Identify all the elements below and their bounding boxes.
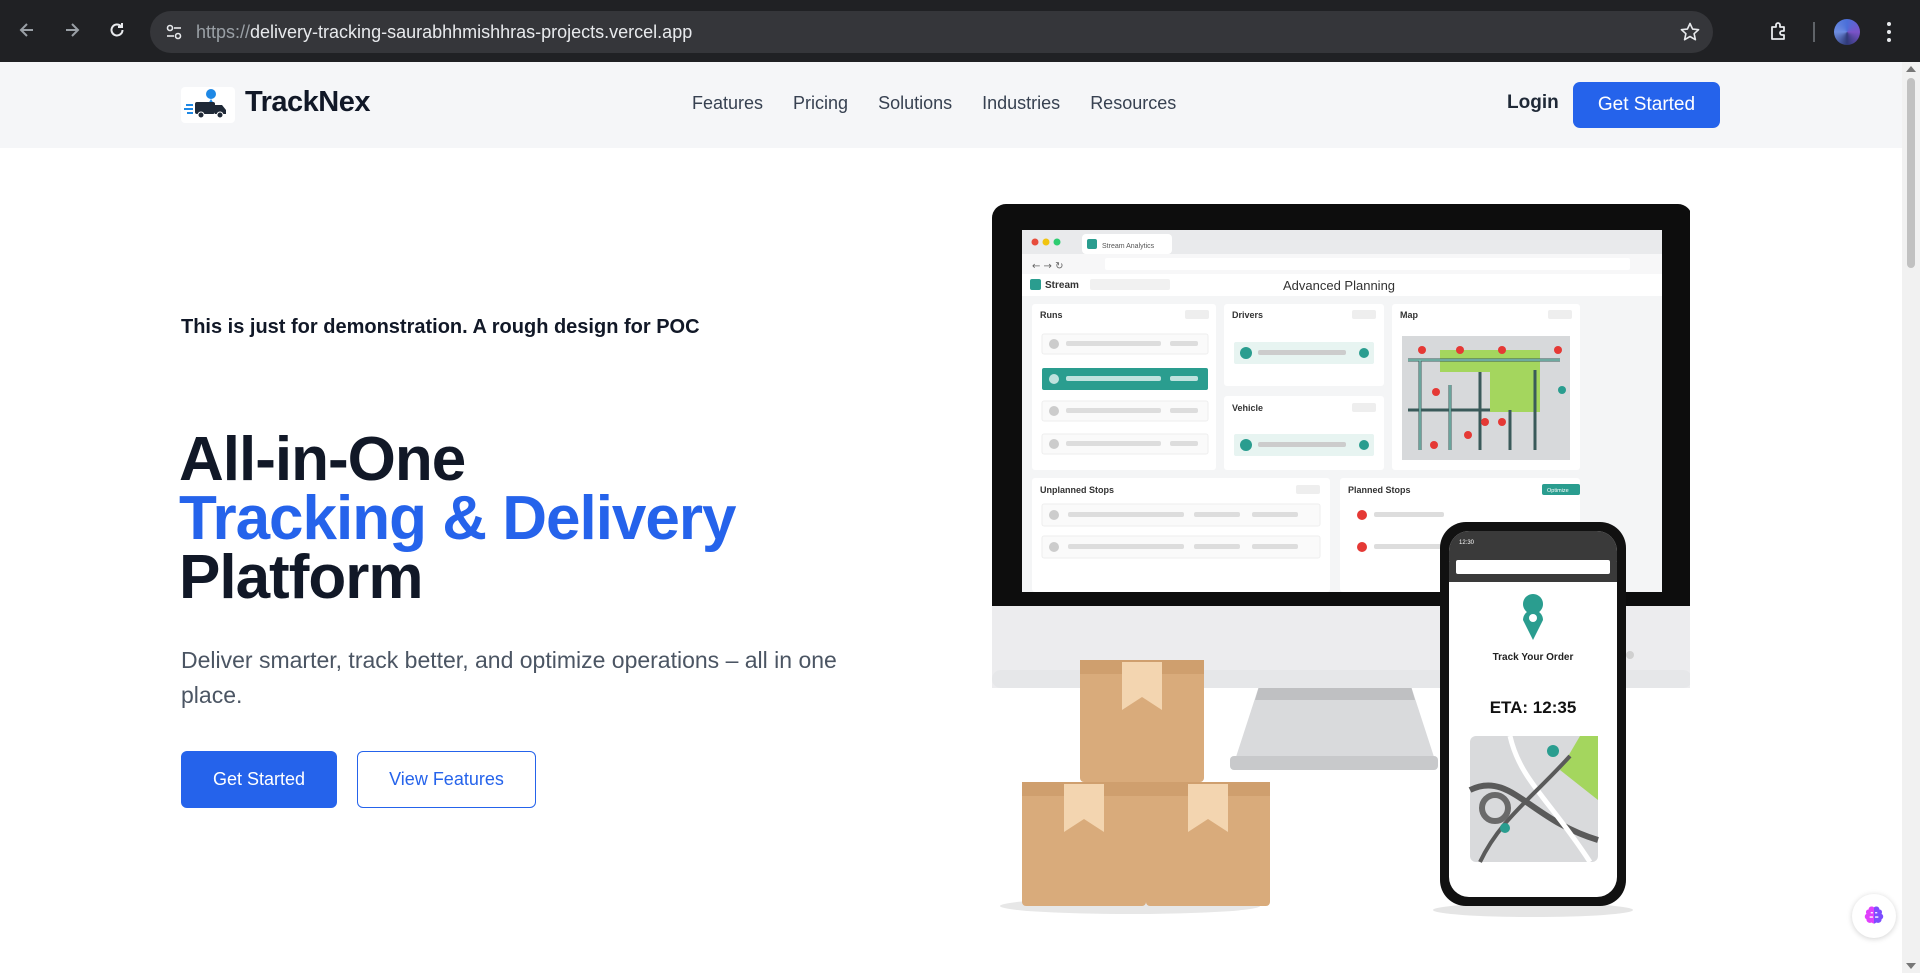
browser-toolbar: https://delivery-tracking-saurabhhmishhr…: [0, 0, 1920, 62]
ai-assistant-button[interactable]: [1852, 894, 1896, 938]
panel-runs: Runs: [1040, 310, 1063, 320]
panel-planned-stops: Planned Stops: [1348, 485, 1411, 495]
screen-tab-title: Stream Analytics: [1102, 243, 1155, 250]
brand-logo[interactable]: [181, 87, 235, 123]
address-bar[interactable]: https://delivery-tracking-saurabhhmishhr…: [150, 11, 1713, 53]
profile-avatar[interactable]: [1834, 19, 1860, 45]
panel-map: Map: [1400, 310, 1419, 320]
screen-app-name: Stream: [1045, 280, 1079, 291]
nav-item-industries[interactable]: Industries: [982, 93, 1060, 114]
scrollbar-thumb[interactable]: [1907, 78, 1915, 268]
hero-subtitle: Deliver smarter, track better, and optim…: [181, 647, 837, 708]
toolbar-divider: [1813, 22, 1815, 42]
forward-icon[interactable]: [59, 17, 85, 43]
brain-icon: [1864, 906, 1884, 924]
phone-track-heading: Track Your Order: [1493, 652, 1574, 663]
site-settings-icon[interactable]: [164, 22, 184, 42]
bookmark-star-icon[interactable]: [1679, 21, 1701, 43]
back-icon[interactable]: [14, 17, 40, 43]
panel-unplanned-stops: Unplanned Stops: [1040, 485, 1114, 495]
nav-item-features[interactable]: Features: [692, 93, 763, 114]
svg-text:← → ↻: ← → ↻: [1032, 261, 1064, 272]
extensions-icon[interactable]: [1767, 20, 1791, 44]
get-started-button[interactable]: Get Started: [181, 751, 337, 808]
url-host: delivery-tracking-saurabhhmishhras-proje…: [250, 22, 693, 42]
panel-drivers: Drivers: [1232, 310, 1263, 320]
view-features-button[interactable]: View Features: [357, 751, 536, 808]
url-text[interactable]: https://delivery-tracking-saurabhhmishhr…: [196, 22, 692, 43]
hero-title-line-1: All-in-One: [179, 425, 466, 494]
more-menu-icon[interactable]: [1885, 20, 1893, 44]
screen-page-title: Advanced Planning: [1283, 278, 1395, 293]
hero-illustration: Stream Analytics ← → ↻ Stream Advanced P…: [992, 204, 1690, 917]
header-get-started-button[interactable]: Get Started: [1573, 82, 1720, 128]
url-scheme: https://: [196, 22, 251, 42]
brand-name[interactable]: TrackNex: [245, 86, 371, 119]
phone-clock: 12:30: [1459, 540, 1475, 546]
demo-notice: This is just for demonstration. A rough …: [181, 316, 700, 338]
nav-item-pricing[interactable]: Pricing: [793, 93, 848, 114]
hero-title-line-3: Platform: [179, 543, 423, 612]
nav-item-solutions[interactable]: Solutions: [878, 93, 952, 114]
phone-illustration: 12:30 Track Your Order ETA: 12:35: [1433, 522, 1633, 917]
page-scrollbar[interactable]: [1902, 62, 1920, 973]
site-header: TrackNex Features Pricing Solutions Indu…: [0, 62, 1902, 148]
hero-title-line-2: Tracking & Delivery: [179, 484, 736, 553]
hero-title: All-in-One Tracking & Delivery Platform: [179, 425, 736, 612]
scroll-down-arrow-icon[interactable]: [1906, 963, 1916, 969]
phone-eta: ETA: 12:35: [1490, 698, 1577, 717]
nav-item-resources[interactable]: Resources: [1090, 93, 1176, 114]
package-boxes-illustration: [1000, 660, 1270, 914]
reload-icon[interactable]: [104, 17, 130, 43]
optimize-badge: Optimize: [1547, 488, 1569, 494]
scroll-up-arrow-icon[interactable]: [1906, 66, 1916, 72]
main-nav: Features Pricing Solutions Industries Re…: [692, 93, 1206, 114]
login-link[interactable]: Login: [1507, 92, 1559, 114]
delivery-truck-icon: [184, 89, 226, 119]
panel-vehicle: Vehicle: [1232, 403, 1263, 413]
